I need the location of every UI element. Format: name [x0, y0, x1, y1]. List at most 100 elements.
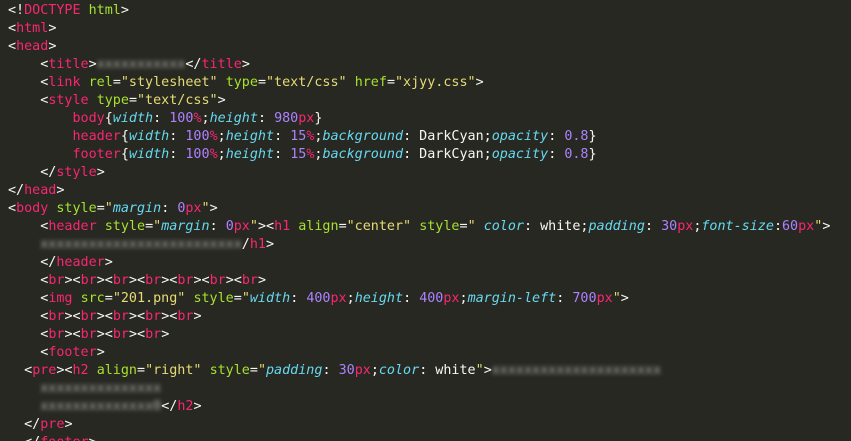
code-token: : — [209, 219, 226, 234]
code-token: footer — [48, 345, 97, 360]
code-token: html — [88, 3, 121, 18]
code-line: footer{width: 100%;height: 15%;backgroun… — [0, 146, 851, 164]
code-token: : white — [419, 363, 476, 378]
code-line: </header> — [0, 254, 851, 272]
code-token: % — [209, 129, 218, 144]
code-token: { — [120, 147, 129, 162]
code-line: <br><br><br><br><br><br><br> — [0, 272, 851, 290]
code-token: 100 — [169, 111, 194, 126]
code-token: < — [8, 201, 17, 216]
code-token: </ — [8, 255, 57, 270]
code-token: type — [225, 75, 258, 90]
code-token: { — [120, 129, 129, 144]
code-token: : — [403, 291, 420, 306]
code-line: header{width: 100%;height: 15%;backgroun… — [0, 128, 851, 146]
code-token: " — [257, 363, 266, 378]
code-token: br — [145, 309, 162, 324]
code-token: > — [265, 237, 275, 252]
code-token: >< — [161, 309, 178, 324]
code-token: >< — [161, 273, 178, 288]
code-line: <header style="margin: 0px"><h1 align="c… — [0, 218, 851, 236]
code-token: opacity — [491, 147, 549, 162]
code-token: height — [225, 129, 275, 144]
code-token: style — [193, 291, 234, 306]
code-token: rel — [88, 75, 113, 90]
code-token: 15 — [290, 147, 307, 162]
code-token: ; — [217, 147, 226, 162]
code-token: 980 — [274, 111, 299, 126]
code-token: % — [209, 147, 218, 162]
code-token: : — [274, 129, 291, 144]
code-token: > — [48, 21, 57, 36]
code-token: br — [112, 309, 129, 324]
code-token: > — [120, 3, 129, 18]
code-token: px — [354, 363, 371, 378]
code-token: < — [8, 219, 49, 234]
code-token: background — [322, 129, 404, 144]
code-editor[interactable]: <!DOCTYPE html> <html> <head> <title>xxxxx… — [0, 0, 851, 441]
code-line: <body style="margin: 0px"> — [0, 200, 851, 218]
code-token: = — [338, 219, 347, 234]
code-line: body{width: 100%;height: 980px} — [0, 110, 851, 128]
code-token: > — [209, 201, 218, 216]
code-line: xxxxxxxxxxxxxx0</h2> — [0, 398, 851, 416]
code-token: > — [193, 399, 202, 414]
code-token: "stylesheet" — [120, 75, 218, 90]
code-token: align — [96, 363, 137, 378]
code-token: >< — [96, 273, 113, 288]
code-token: >< — [128, 273, 146, 288]
code-token: pre — [40, 417, 65, 432]
code-token: < — [8, 273, 49, 288]
code-token: height — [225, 147, 275, 162]
code-token: = — [257, 75, 266, 90]
code-token: pre — [32, 363, 57, 378]
code-line: <title>xxxxxxxxxxx</title> — [0, 56, 851, 74]
code-token: = — [137, 363, 146, 378]
code-token: = — [128, 93, 137, 108]
code-token: : DarkCyan; — [403, 147, 492, 162]
redacted-text: xxxxxxxxxxxxxxx — [40, 381, 162, 396]
code-token: </ — [185, 57, 202, 72]
code-token: " — [201, 201, 210, 216]
code-token: > — [96, 165, 105, 180]
code-token: < — [8, 57, 49, 72]
code-token: " — [475, 363, 484, 378]
code-token: "center" — [346, 219, 412, 234]
code-token: < — [8, 327, 49, 342]
redacted-text: xxxxxxxxxxx — [96, 57, 186, 72]
code-token: > — [89, 435, 97, 441]
code-token: br — [80, 273, 97, 288]
code-token: href — [354, 75, 387, 90]
code-token: style — [419, 219, 460, 234]
code-token: width — [128, 147, 170, 162]
code-token: ; — [346, 291, 355, 306]
code-token: < — [8, 39, 17, 54]
code-token: : — [644, 219, 662, 234]
code-token: " — [467, 219, 484, 234]
code-token: "text/css" — [137, 93, 218, 108]
code-line: </pre> — [0, 416, 851, 434]
redacted-text: xxxxxxxxxxxxxx0 — [40, 399, 162, 414]
code-token: { — [104, 111, 113, 126]
code-token: <! — [8, 3, 25, 18]
code-token: " — [241, 291, 250, 306]
code-token: br — [145, 273, 162, 288]
code-line: <img src="201.png" style="width: 400px;h… — [0, 290, 851, 308]
code-token: </ — [8, 165, 57, 180]
code-token: h1 — [274, 219, 291, 234]
code-token: > — [64, 417, 73, 432]
code-token: img — [48, 291, 73, 306]
code-token: br — [48, 309, 65, 324]
code-token: margin — [161, 219, 210, 234]
code-token: < — [8, 309, 49, 324]
code-token: 0 — [225, 219, 234, 234]
code-token: ; — [370, 363, 379, 378]
code-token: : DarkCyan; — [403, 129, 492, 144]
code-line: </head> — [0, 182, 851, 200]
